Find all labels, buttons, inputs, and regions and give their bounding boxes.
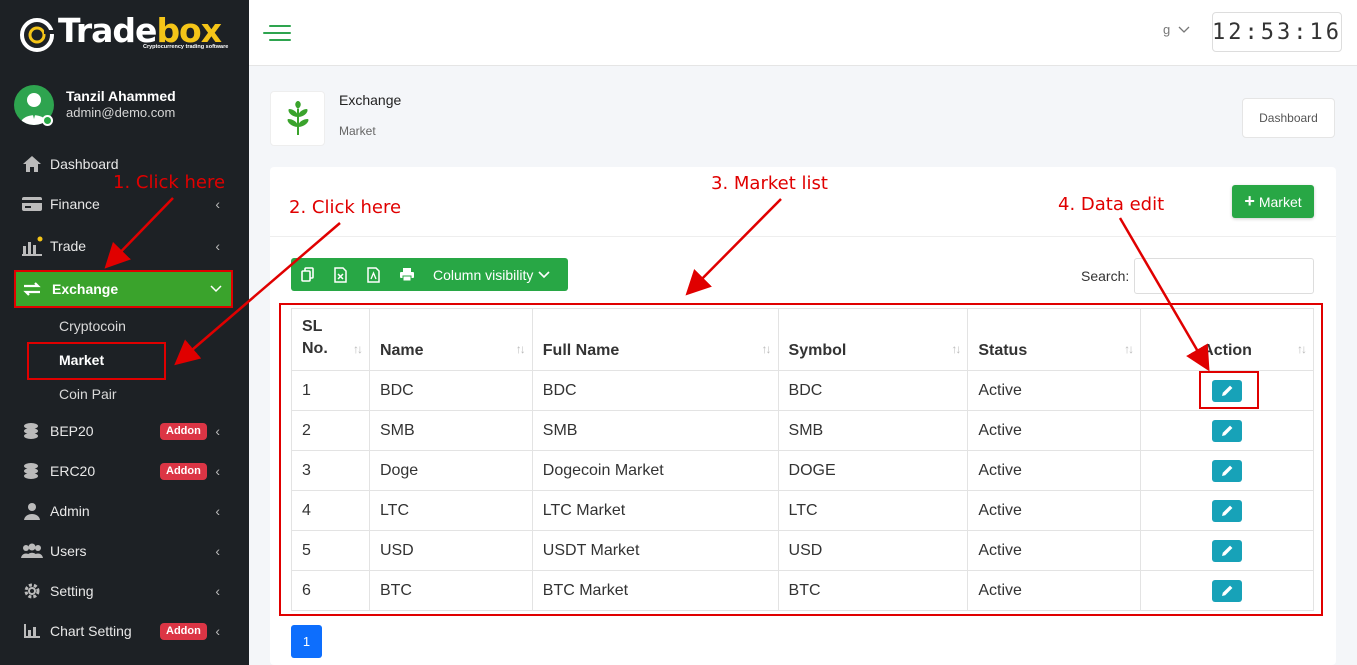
chevron-down-icon	[538, 270, 550, 278]
chevron-left-icon: ‹	[215, 196, 220, 212]
page-title: Exchange	[339, 92, 402, 108]
addon-badge: Addon	[160, 423, 207, 440]
annotation-step1: 1. Click here	[113, 172, 226, 193]
sidebar-item-bep20[interactable]: BEP20 Addon ‹	[20, 416, 228, 446]
pdf-button[interactable]	[357, 258, 390, 291]
sidebar-item-setting[interactable]: Setting ‹	[20, 576, 228, 606]
bar-chart-icon	[20, 621, 44, 641]
user-name: Tanzil Ahammed	[66, 88, 176, 104]
search-label: Search:	[1081, 268, 1130, 284]
pagination-page-1[interactable]: 1	[291, 625, 322, 658]
highlight-edit	[1199, 371, 1259, 409]
logo-icon	[20, 18, 56, 52]
page-subtitle: Market	[339, 124, 376, 138]
sidebar-item-chart-setting[interactable]: Chart Setting Addon ‹	[20, 616, 228, 646]
chevron-left-icon: ‹	[215, 583, 220, 599]
annotation-step3: 3. Market list	[711, 173, 828, 194]
topbar: g 12:53:16	[249, 0, 1357, 66]
annotation-step4: 4. Data edit	[1058, 194, 1165, 215]
sidebar-subitem-coin-pair[interactable]: Coin Pair	[59, 386, 117, 402]
menu-toggle-icon[interactable]	[263, 23, 291, 43]
digital-clock: 12:53:16	[1212, 12, 1342, 52]
sidebar-item-finance[interactable]: Finance ‹	[20, 189, 228, 219]
add-market-label: Market	[1258, 193, 1302, 210]
brand-logo[interactable]: Tradebox Cryptocurrency trading software	[18, 12, 233, 56]
plus-icon: +	[1244, 191, 1255, 211]
users-icon	[20, 541, 44, 561]
sidebar-item-label: Setting	[50, 583, 94, 599]
chevron-left-icon: ‹	[215, 463, 220, 479]
user-panel: Tanzil Ahammed admin@demo.com	[14, 85, 234, 127]
page-icon	[270, 91, 325, 146]
home-icon	[20, 154, 44, 174]
sidebar-item-label: Finance	[50, 196, 100, 212]
column-visibility-button[interactable]: Column visibility	[433, 267, 550, 283]
excel-icon	[334, 266, 347, 283]
highlight-market-list	[279, 303, 1323, 616]
highlight-exchange	[14, 270, 233, 308]
card-divider	[270, 236, 1336, 237]
sidebar-item-users[interactable]: Users ‹	[20, 536, 228, 566]
excel-button[interactable]	[324, 258, 357, 291]
dashboard-button[interactable]: Dashboard	[1242, 98, 1335, 138]
pdf-icon	[367, 266, 380, 283]
chevron-down-icon	[1178, 26, 1190, 33]
copy-icon	[301, 267, 314, 282]
print-icon	[399, 268, 414, 282]
search-input[interactable]	[1134, 258, 1314, 294]
sidebar-item-label: Users	[50, 543, 87, 559]
coins-icon	[20, 461, 44, 481]
gear-icon	[20, 581, 44, 601]
sidebar-item-trade[interactable]: Trade ‹	[20, 231, 228, 261]
highlight-market	[27, 342, 166, 380]
sidebar-item-label: Dashboard	[50, 156, 119, 172]
sidebar-item-label: Admin	[50, 503, 90, 519]
chevron-left-icon: ‹	[215, 503, 220, 519]
chevron-left-icon: ‹	[215, 423, 220, 439]
export-toolbar: Column visibility	[291, 258, 568, 291]
sidebar-item-admin[interactable]: Admin ‹	[20, 496, 228, 526]
coins-icon	[20, 421, 44, 441]
user-icon	[20, 501, 44, 521]
add-market-button[interactable]: + Market	[1232, 185, 1314, 218]
annotation-step2: 2. Click here	[289, 197, 402, 218]
brand-tagline: Cryptocurrency trading software	[143, 44, 229, 50]
language-selector[interactable]: g	[1163, 22, 1190, 37]
copy-button[interactable]	[291, 258, 324, 291]
sidebar-item-label: Chart Setting	[50, 623, 132, 639]
chart-icon	[20, 236, 44, 256]
chevron-left-icon: ‹	[215, 543, 220, 559]
addon-badge: Addon	[160, 623, 207, 640]
user-email: admin@demo.com	[66, 105, 176, 120]
language-label: g	[1163, 22, 1171, 37]
sidebar-item-label: Trade	[50, 238, 87, 254]
sidebar-subitem-cryptocoin[interactable]: Cryptocoin	[59, 318, 126, 334]
sidebar-item-label: ERC20	[50, 463, 96, 479]
chevron-left-icon: ‹	[215, 623, 220, 639]
chevron-left-icon: ‹	[215, 238, 220, 254]
leaf-icon	[287, 100, 308, 135]
sidebar-item-erc20[interactable]: ERC20 Addon ‹	[20, 456, 228, 486]
column-visibility-label: Column visibility	[433, 266, 534, 283]
addon-badge: Addon	[160, 463, 207, 480]
sidebar-item-label: BEP20	[50, 423, 94, 439]
print-button[interactable]	[390, 258, 423, 291]
online-status-dot	[42, 115, 53, 126]
card-icon	[20, 194, 44, 214]
sidebar: Tradebox Cryptocurrency trading software…	[0, 0, 249, 665]
